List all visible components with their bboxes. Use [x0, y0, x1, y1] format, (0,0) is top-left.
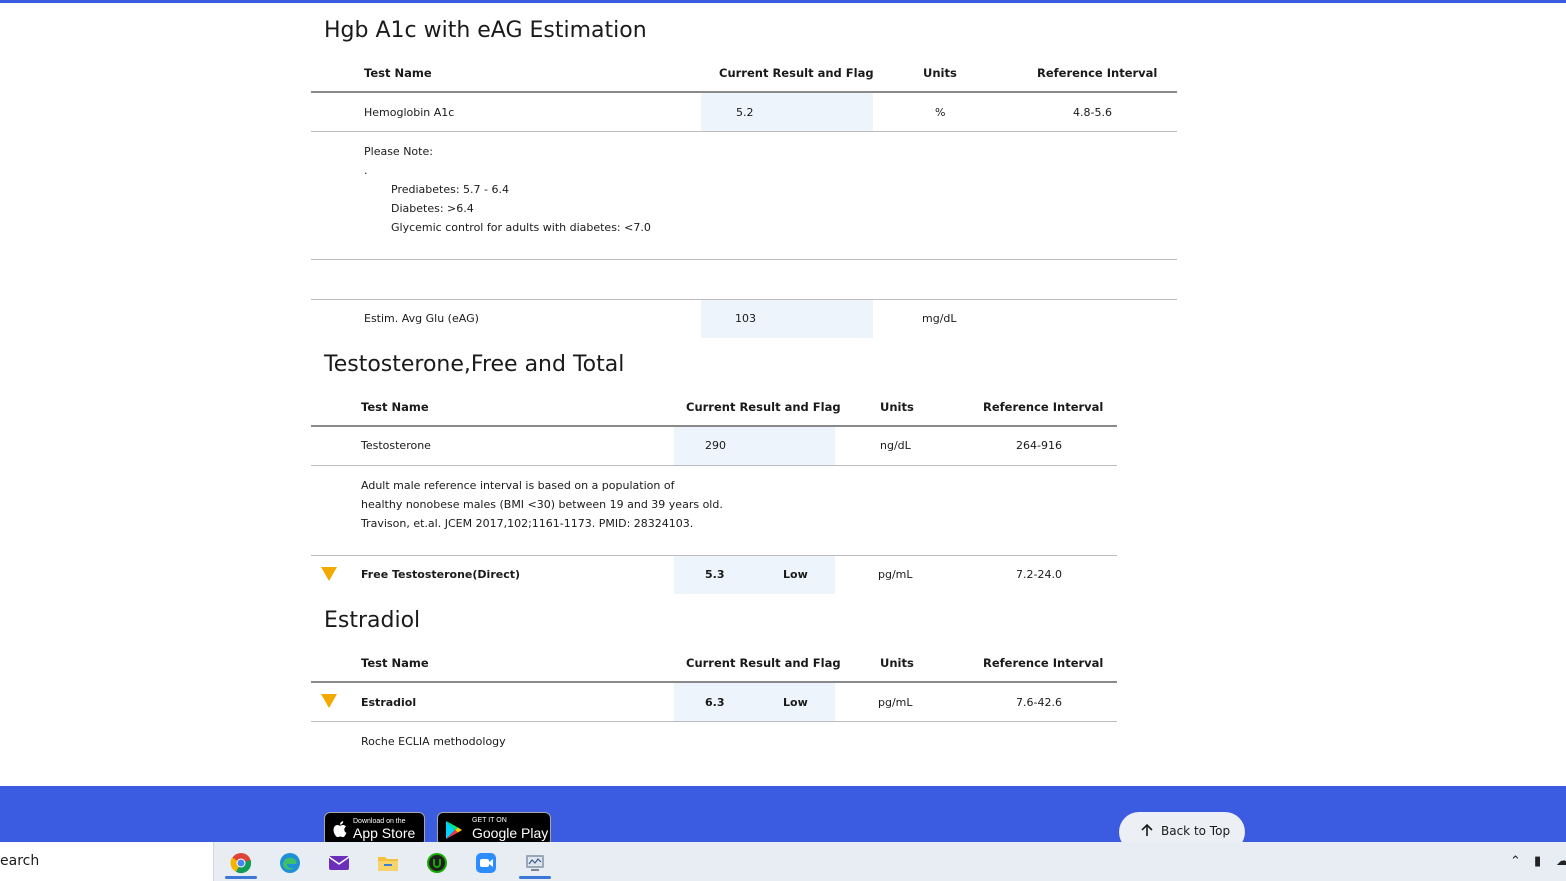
- row-divider: [311, 259, 1177, 260]
- file-explorer-icon[interactable]: [368, 846, 408, 879]
- reference-value: 264-916: [1016, 439, 1062, 452]
- app-store-badge[interactable]: Download on the App Store: [324, 812, 425, 842]
- low-flag-icon: [321, 694, 337, 708]
- battery-icon[interactable]: ▮: [1534, 854, 1541, 869]
- google-play-icon: [446, 821, 462, 839]
- note-line: Glycemic control for adults with diabete…: [391, 221, 651, 234]
- row-divider: [311, 465, 1117, 466]
- taskbar-search-box[interactable]: earch: [0, 842, 214, 881]
- app-store-small-label: Download on the: [353, 818, 406, 825]
- result-flag-low: Low: [783, 568, 808, 581]
- result-cell-bg: [701, 93, 873, 131]
- header-test-name: Test Name: [361, 656, 429, 670]
- units-value: %: [935, 106, 946, 119]
- row-divider: [311, 131, 1177, 132]
- result-flag-low: Low: [783, 696, 808, 709]
- units-value: pg/mL: [878, 696, 913, 709]
- note-dot: .: [364, 164, 368, 177]
- header-current-result: Current Result and Flag: [686, 656, 841, 670]
- note-line: Adult male reference interval is based o…: [361, 479, 675, 492]
- test-name-hemoglobin-a1c: Hemoglobin A1c: [364, 106, 455, 119]
- result-value: 5.3: [705, 568, 725, 581]
- upwork-icon[interactable]: [417, 846, 457, 879]
- chevron-up-icon[interactable]: ⌃: [1510, 854, 1521, 869]
- active-app-indicator: [519, 876, 551, 879]
- methodology-note: Roche ECLIA methodology: [361, 735, 506, 748]
- header-current-result: Current Result and Flag: [719, 66, 874, 80]
- header-current-result: Current Result and Flag: [686, 400, 841, 414]
- section-title-hgb-a1c: Hgb A1c with eAG Estimation: [324, 18, 647, 43]
- active-app-indicator: [225, 876, 257, 879]
- chrome-icon[interactable]: [221, 846, 261, 879]
- note-line: Diabetes: >6.4: [391, 202, 474, 215]
- header-reference-interval: Reference Interval: [983, 656, 1104, 670]
- result-value: 5.2: [736, 106, 754, 119]
- result-value: 6.3: [705, 696, 725, 709]
- result-cell-bg: [674, 427, 835, 465]
- reference-value: 4.8-5.6: [1073, 106, 1112, 119]
- units-value: ng/dL: [880, 439, 911, 452]
- low-flag-icon: [321, 567, 337, 581]
- note-line: Travison, et.al. JCEM 2017,102;1161-1173…: [361, 517, 694, 530]
- google-play-small-label: GET IT ON: [472, 817, 507, 824]
- section-title-estradiol: Estradiol: [324, 608, 421, 633]
- units-value: mg/dL: [922, 312, 957, 325]
- note-line: healthy nonobese males (BMI <30) between…: [361, 498, 723, 511]
- edge-icon[interactable]: [270, 846, 310, 879]
- test-name-eag: Estim. Avg Glu (eAG): [364, 312, 479, 325]
- result-cell-bg: [674, 556, 835, 594]
- header-units: Units: [880, 400, 914, 414]
- apple-icon: [333, 821, 347, 838]
- header-test-name: Test Name: [364, 66, 432, 80]
- reference-value: 7.6-42.6: [1016, 696, 1062, 709]
- arrow-up-icon: [1141, 823, 1153, 836]
- note-title: Please Note:: [364, 145, 433, 158]
- lab-results-page: Hgb A1c with eAG Estimation Test Name Cu…: [0, 0, 1566, 786]
- result-value: 290: [705, 439, 726, 452]
- section-title-testosterone: Testosterone,Free and Total: [324, 352, 625, 377]
- header-units: Units: [880, 656, 914, 670]
- header-units: Units: [923, 66, 957, 80]
- header-reference-interval: Reference Interval: [1037, 66, 1158, 80]
- google-play-badge[interactable]: GET IT ON Google Play: [437, 812, 551, 842]
- site-footer: Download on the App Store GET IT ON Goog…: [0, 786, 1566, 842]
- system-monitor-icon[interactable]: [515, 846, 555, 879]
- google-play-label: Google Play: [472, 825, 549, 841]
- test-name-estradiol: Estradiol: [361, 696, 417, 709]
- reference-value: 7.2-24.0: [1016, 568, 1062, 581]
- zoom-icon[interactable]: [466, 846, 506, 879]
- result-cell-bg: [701, 300, 873, 338]
- windows-taskbar: earch ⌃ ▮ ☁: [0, 842, 1566, 881]
- result-cell-bg: [674, 683, 835, 721]
- row-divider: [311, 721, 1117, 722]
- back-to-top-button[interactable]: Back to Top: [1119, 812, 1245, 842]
- mail-icon[interactable]: [319, 846, 359, 879]
- test-name-testosterone: Testosterone: [361, 439, 431, 452]
- taskbar-search-text: earch: [0, 853, 40, 869]
- units-value: pg/mL: [878, 568, 913, 581]
- note-line: Prediabetes: 5.7 - 6.4: [391, 183, 509, 196]
- header-reference-interval: Reference Interval: [983, 400, 1104, 414]
- header-test-name: Test Name: [361, 400, 429, 414]
- back-to-top-label: Back to Top: [1161, 824, 1231, 838]
- result-value: 103: [735, 312, 756, 325]
- app-store-label: App Store: [353, 825, 416, 841]
- test-name-free-testosterone: Free Testosterone(Direct): [361, 568, 521, 581]
- cloud-icon[interactable]: ☁: [1556, 854, 1566, 869]
